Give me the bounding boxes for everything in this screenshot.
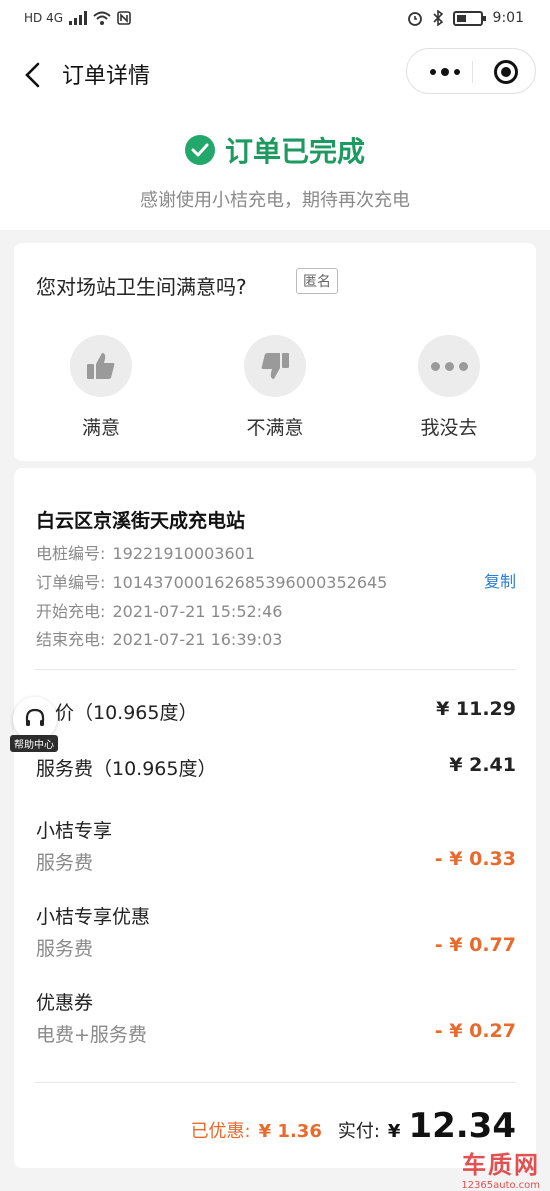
survey-option-satisfied[interactable]: 满意 [56, 335, 146, 440]
electricity-fee-label: 电价（10.965度） [36, 702, 198, 724]
nfc-icon [117, 11, 131, 25]
survey-question: 您对场站卫生间满意吗? [36, 275, 247, 299]
discount-title: 小桔专享优惠 [36, 906, 151, 928]
order-status-title: 订单已完成 [224, 135, 365, 168]
check-circle-icon [184, 135, 215, 165]
discount-value: - ¥ 0.77 [434, 934, 516, 956]
order-number-row: 订单编号: 10143700016268539600035264​5 [36, 569, 387, 593]
order-status-subtitle: 感谢使用小桔充电，期待再次充电 [140, 190, 410, 211]
wifi-icon [93, 11, 111, 25]
alarm-icon [407, 12, 422, 26]
network-label: HD 4G [24, 11, 64, 25]
discount-title: 优惠券 [36, 992, 94, 1014]
clock: 9:01 [492, 10, 524, 26]
info-label: 开始充电: [36, 602, 106, 621]
divider [34, 669, 516, 670]
discount-sub: 服务费 [36, 852, 94, 874]
copy-order-number-button[interactable]: 复制 [484, 568, 516, 592]
saved-label: 已优惠: [190, 1121, 251, 1142]
order-status-section: 订单已完成 感谢使用小桔充电，期待再次充电 [0, 110, 550, 230]
survey-option-not-went[interactable]: 我没去 [404, 335, 494, 440]
survey-option-label: 不满意 [246, 417, 304, 439]
back-arrow-icon[interactable] [22, 60, 46, 90]
thumbs-down-icon [261, 353, 289, 379]
battery-icon [452, 10, 486, 26]
survey-option-label: 满意 [81, 417, 120, 439]
paid-value: 12.34 [408, 1106, 516, 1146]
pile-number-row: 电桩编号: 19221910003601 [36, 540, 255, 564]
start-time-row: 开始充电: 2021-07-21 15:52:46 [36, 598, 282, 622]
info-value: 10143700016268539600035264​5 [112, 573, 388, 592]
signal-icon [69, 11, 88, 25]
discount-value: - ¥ 0.33 [434, 848, 516, 870]
info-label: 电桩编号: [36, 544, 106, 563]
info-value: 2021-07-21 15:52:46 [112, 602, 283, 621]
info-value: 19221910003601 [112, 544, 256, 563]
paid-currency: ¥ [387, 1121, 401, 1142]
close-miniprogram-icon[interactable] [494, 60, 518, 84]
saved-value: ¥ 1.36 [258, 1121, 322, 1142]
miniprogram-capsule [406, 48, 536, 94]
anonymous-badge: 匿名 [296, 268, 338, 294]
discount-value: - ¥ 0.27 [434, 1020, 516, 1042]
discount-sub: 服务费 [36, 938, 94, 960]
capsule-divider [472, 61, 473, 83]
discount-sub: 电费+服务费 [36, 1024, 147, 1046]
status-bar: HD 4G 9:01 [0, 0, 550, 40]
end-time-row: 结束充电: 2021-07-21 16:39:03 [36, 626, 282, 650]
watermark-sub: 12365auto.com [461, 1180, 540, 1191]
restroom-survey-card: 您对场站卫生间满意吗? 匿名 满意 不满意 我没去 [14, 243, 536, 461]
help-center-label: 帮助中心 [10, 735, 58, 752]
network-indicators: HD 4G [24, 11, 131, 25]
service-fee-value: ¥ 2.41 [449, 754, 516, 776]
info-label: 结束充电: [36, 630, 106, 649]
paid-label: 实付: [337, 1121, 380, 1142]
info-value: 2021-07-21 16:39:03 [112, 630, 283, 649]
divider [34, 1082, 516, 1083]
total-row: 已优惠: ¥ 1.36 实付: ¥ 12.34 [191, 1106, 516, 1146]
help-center-button[interactable]: 帮助中心 [10, 697, 60, 752]
headset-icon [25, 708, 45, 726]
nav-header: 订单详情 [0, 40, 550, 110]
more-menu-icon[interactable] [425, 63, 465, 81]
survey-option-unsatisfied[interactable]: 不满意 [230, 335, 320, 440]
electricity-fee-value: ¥ 11.29 [436, 698, 516, 720]
service-fee-label: 服务费（10.965度） [36, 758, 217, 780]
more-dots-icon [430, 361, 468, 371]
site-watermark: 车质网 12365auto.com [420, 1145, 540, 1191]
page-title: 订单详情 [62, 64, 151, 89]
discount-title: 小桔专享 [36, 820, 113, 842]
watermark-main: 车质网 [462, 1151, 540, 1179]
order-detail-card: 白云区京溪街天成充电站 电桩编号: 19221910003601 订单编号: 1… [14, 468, 536, 1168]
system-indicators: 9:01 [407, 10, 524, 26]
info-label: 订单编号: [36, 573, 106, 592]
survey-option-label: 我没去 [420, 417, 478, 439]
thumbs-up-icon [87, 353, 115, 379]
bluetooth-icon [432, 10, 443, 26]
station-name: 白云区京溪街天成充电站 [36, 510, 246, 532]
